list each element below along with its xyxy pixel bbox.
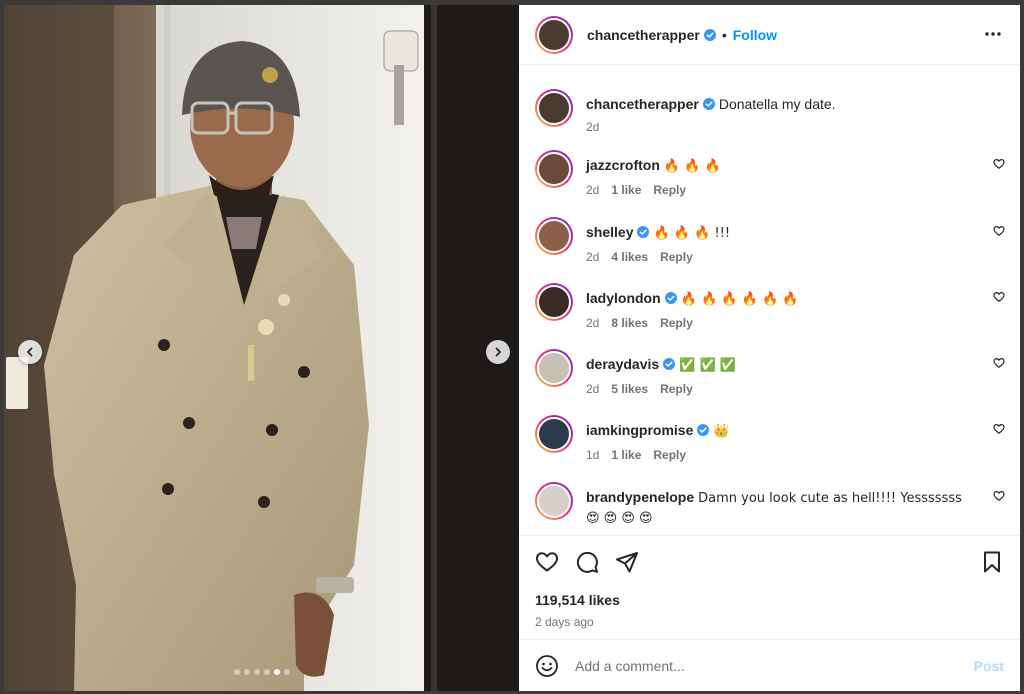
more-options-icon[interactable] bbox=[984, 25, 1002, 43]
comment-text: ✅ ✅ ✅ bbox=[679, 358, 736, 373]
comment-likes[interactable]: 1 like bbox=[611, 448, 641, 462]
commenter-avatar[interactable] bbox=[537, 351, 571, 385]
comment-composer: Post bbox=[519, 639, 1020, 691]
post-actions: 119,514 likes 2 days ago bbox=[519, 535, 1020, 635]
commenter-username[interactable]: ladylondon bbox=[586, 290, 661, 306]
carousel-dot bbox=[234, 669, 240, 675]
comment-likes[interactable]: 1 like bbox=[611, 183, 641, 197]
verified-badge-icon bbox=[663, 358, 676, 370]
caption-text: Donatella my date. bbox=[718, 96, 836, 112]
carousel-dot bbox=[254, 669, 260, 675]
comment-like-heart-icon[interactable] bbox=[993, 490, 1005, 502]
caption: chancetherapper Donatella my date. 2d bbox=[535, 89, 1005, 139]
comment-item: deraydavis ✅ ✅ ✅ 2d 5 likes Reply bbox=[535, 349, 1005, 409]
post-photo bbox=[4, 5, 519, 691]
follow-button[interactable]: Follow bbox=[733, 27, 777, 43]
commenter-avatar-ring[interactable] bbox=[535, 150, 573, 188]
comment-likes[interactable]: 4 likes bbox=[611, 250, 648, 264]
reply-button[interactable]: Reply bbox=[660, 250, 693, 264]
comment-time[interactable]: 2d bbox=[586, 183, 599, 197]
carousel-dot bbox=[244, 669, 250, 675]
comment-like-heart-icon[interactable] bbox=[993, 357, 1005, 369]
comment-bubble-icon[interactable] bbox=[575, 550, 599, 574]
caption-time[interactable]: 2d bbox=[586, 120, 599, 134]
verified-badge-icon bbox=[697, 424, 710, 436]
emoji-smiley-icon[interactable] bbox=[535, 654, 559, 678]
comment-text: 🔥 🔥 🔥 !!! bbox=[653, 226, 731, 241]
chevron-left-icon bbox=[27, 347, 33, 357]
comment-item: brandypenelope Damn you look cute as hell… bbox=[535, 482, 1005, 535]
comment-input[interactable] bbox=[575, 657, 955, 674]
commenter-avatar-ring[interactable] bbox=[535, 217, 573, 255]
commenter-avatar[interactable] bbox=[537, 484, 571, 518]
share-paper-plane-icon[interactable] bbox=[615, 550, 639, 574]
carousel-dot bbox=[284, 669, 290, 675]
comments-list[interactable]: chancetherapper Donatella my date. 2d jaz… bbox=[519, 65, 1020, 535]
save-bookmark-icon[interactable] bbox=[980, 550, 1004, 574]
comment-text: 🔥 🔥 🔥 bbox=[663, 159, 721, 174]
post-comment-button[interactable]: Post bbox=[974, 658, 1004, 674]
carousel-next-button[interactable] bbox=[486, 340, 510, 364]
caption-avatar[interactable] bbox=[537, 91, 571, 125]
post-modal: chancetherapper • Follow chancetherapper… bbox=[4, 5, 1020, 691]
comment-time[interactable]: 2d bbox=[586, 316, 599, 330]
comment-likes[interactable]: 5 likes bbox=[611, 382, 648, 396]
comment-item: ladylondon 🔥 🔥 🔥 🔥 🔥 🔥 2d 8 likes Reply bbox=[535, 283, 1005, 343]
comment-like-heart-icon[interactable] bbox=[993, 291, 1005, 303]
commenter-username[interactable]: shelley bbox=[586, 224, 633, 240]
commenter-avatar-ring[interactable] bbox=[535, 283, 573, 321]
comment-like-heart-icon[interactable] bbox=[993, 225, 1005, 237]
reply-button[interactable]: Reply bbox=[653, 448, 686, 462]
caption-username[interactable]: chancetherapper bbox=[586, 96, 699, 112]
author-avatar[interactable] bbox=[537, 17, 571, 52]
comment-item: jazzcrofton 🔥 🔥 🔥 2d 1 like Reply bbox=[535, 150, 1005, 210]
likes-count[interactable]: 119,514 likes bbox=[535, 592, 620, 608]
comment-text: 🔥 🔥 🔥 🔥 🔥 🔥 bbox=[680, 292, 799, 307]
comment-like-heart-icon[interactable] bbox=[993, 423, 1005, 435]
commenter-avatar[interactable] bbox=[537, 417, 571, 451]
commenter-avatar[interactable] bbox=[537, 219, 571, 253]
post-side-panel: chancetherapper • Follow chancetherapper… bbox=[519, 5, 1020, 691]
author-username[interactable]: chancetherapper bbox=[587, 27, 700, 43]
verified-badge-icon bbox=[703, 28, 716, 41]
header-separator: • bbox=[721, 26, 727, 43]
comment-item: iamkingpromise 👑 1d 1 like Reply bbox=[535, 415, 1005, 475]
verified-badge-icon bbox=[637, 226, 650, 238]
post-header: chancetherapper • Follow bbox=[519, 5, 1020, 65]
commenter-avatar-ring[interactable] bbox=[535, 415, 573, 453]
carousel-prev-button[interactable] bbox=[18, 340, 42, 364]
like-heart-icon[interactable] bbox=[535, 550, 559, 574]
comment-time[interactable]: 2d bbox=[586, 250, 599, 264]
comment-time[interactable]: 2d bbox=[586, 382, 599, 396]
caption-avatar-ring[interactable] bbox=[535, 89, 573, 127]
carousel-indicator bbox=[234, 669, 290, 675]
commenter-username[interactable]: deraydavis bbox=[586, 356, 659, 372]
commenter-avatar[interactable] bbox=[537, 152, 571, 186]
carousel-dot bbox=[274, 669, 280, 675]
screenshot-frame: chancetherapper • Follow chancetherapper… bbox=[0, 0, 1024, 694]
chevron-right-icon bbox=[495, 347, 501, 357]
carousel-dot bbox=[264, 669, 270, 675]
commenter-username[interactable]: jazzcrofton bbox=[586, 157, 660, 173]
comment-like-heart-icon[interactable] bbox=[993, 158, 1005, 170]
commenter-username[interactable]: iamkingpromise bbox=[586, 422, 693, 438]
photo-illustration bbox=[4, 5, 519, 691]
comment-time[interactable]: 1d bbox=[586, 448, 599, 462]
commenter-avatar-ring[interactable] bbox=[535, 349, 573, 387]
comment-likes[interactable]: 8 likes bbox=[611, 316, 648, 330]
commenter-avatar[interactable] bbox=[537, 285, 571, 319]
comment-text: 👑 bbox=[713, 424, 730, 439]
commenter-username[interactable]: brandypenelope bbox=[586, 489, 694, 505]
author-avatar-ring[interactable] bbox=[535, 15, 573, 54]
reply-button[interactable]: Reply bbox=[653, 183, 686, 197]
comment-item: shelley 🔥 🔥 🔥 !!! 2d 4 likes Reply bbox=[535, 217, 1005, 277]
verified-badge-icon bbox=[702, 98, 715, 110]
post-time[interactable]: 2 days ago bbox=[535, 615, 594, 629]
verified-badge-icon bbox=[664, 292, 677, 304]
reply-button[interactable]: Reply bbox=[660, 316, 693, 330]
reply-button[interactable]: Reply bbox=[660, 382, 693, 396]
commenter-avatar-ring[interactable] bbox=[535, 482, 573, 520]
